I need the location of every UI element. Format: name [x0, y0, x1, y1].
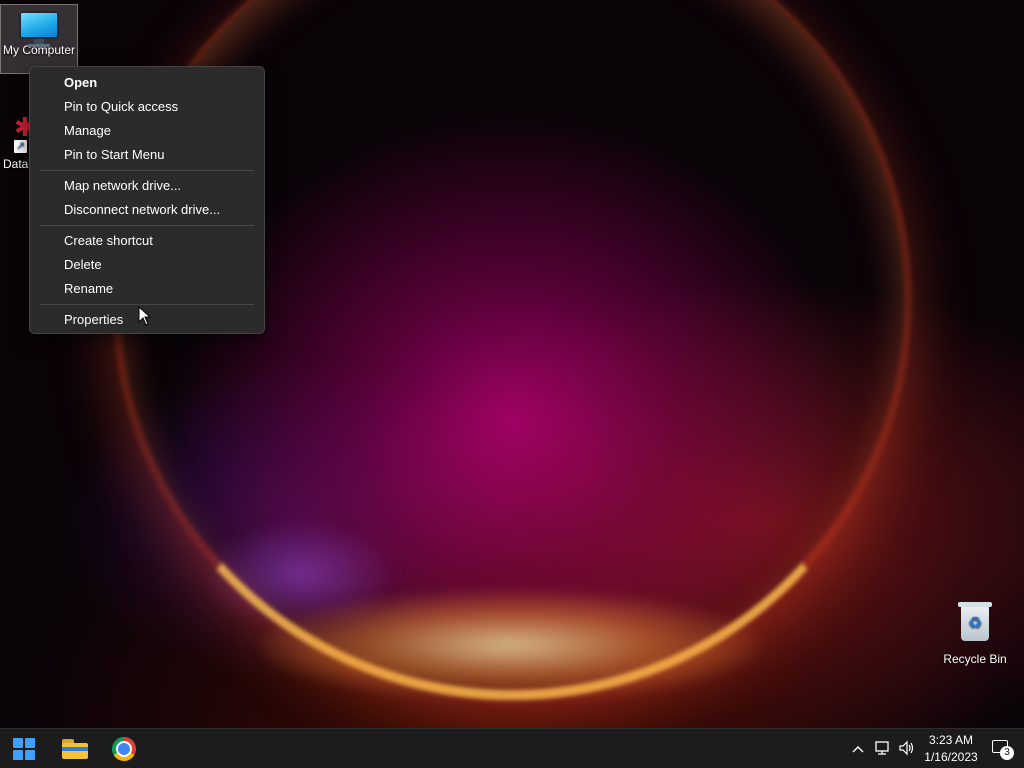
desktop-icon-dataw[interactable]: ✱ ↗ DataV: [0, 112, 36, 171]
windows-logo-icon: [13, 738, 35, 760]
taskbar-file-explorer[interactable]: [55, 733, 95, 765]
menu-separator: [40, 304, 254, 305]
menu-item-create-shortcut[interactable]: Create shortcut: [34, 229, 260, 253]
menu-item-map-network-drive[interactable]: Map network drive...: [34, 174, 260, 198]
chevron-up-icon[interactable]: [848, 737, 868, 759]
clock-time: 3:23 AM: [928, 733, 974, 747]
notification-center-button[interactable]: 3: [990, 737, 1014, 761]
wallpaper-glow: [260, 590, 760, 700]
desktop-icon-label: Recycle Bin: [943, 652, 1007, 666]
menu-item-delete[interactable]: Delete: [34, 253, 260, 277]
notification-count-badge: 3: [1000, 746, 1014, 760]
menu-item-pin-quick-access[interactable]: Pin to Quick access: [34, 95, 260, 119]
desktop-icon-my-computer[interactable]: My Computer: [0, 4, 78, 74]
menu-item-rename[interactable]: Rename: [34, 277, 260, 301]
start-button[interactable]: [4, 733, 44, 765]
menu-item-manage[interactable]: Manage: [34, 119, 260, 143]
taskbar-chrome[interactable]: [104, 733, 144, 765]
menu-item-pin-start[interactable]: Pin to Start Menu: [34, 143, 260, 167]
menu-separator: [40, 170, 254, 171]
network-icon[interactable]: [872, 737, 892, 759]
monitor-icon: [19, 11, 59, 47]
context-menu: Open Pin to Quick access Manage Pin to S…: [29, 66, 265, 334]
taskbar-clock[interactable]: 3:23 AM 1/16/2023: [918, 732, 984, 766]
chrome-icon: [112, 737, 136, 761]
taskbar: 3:23 AM 1/16/2023 3: [0, 728, 1024, 768]
desktop: My Computer ✱ ↗ DataV ♻ Recycle Bin Open…: [0, 0, 1024, 768]
recycle-bin-icon: ♻: [958, 600, 992, 642]
clock-date: 1/16/2023: [924, 750, 978, 764]
shortcut-arrow-icon: ↗: [14, 140, 27, 153]
menu-separator: [40, 225, 254, 226]
menu-item-open[interactable]: Open: [34, 71, 260, 95]
mouse-cursor-icon: [138, 306, 152, 326]
folder-icon: [62, 739, 88, 759]
menu-item-disconnect-network-drive[interactable]: Disconnect network drive...: [34, 198, 260, 222]
desktop-icon-recycle-bin[interactable]: ♻ Recycle Bin: [940, 600, 1010, 666]
volume-icon[interactable]: [897, 737, 917, 759]
